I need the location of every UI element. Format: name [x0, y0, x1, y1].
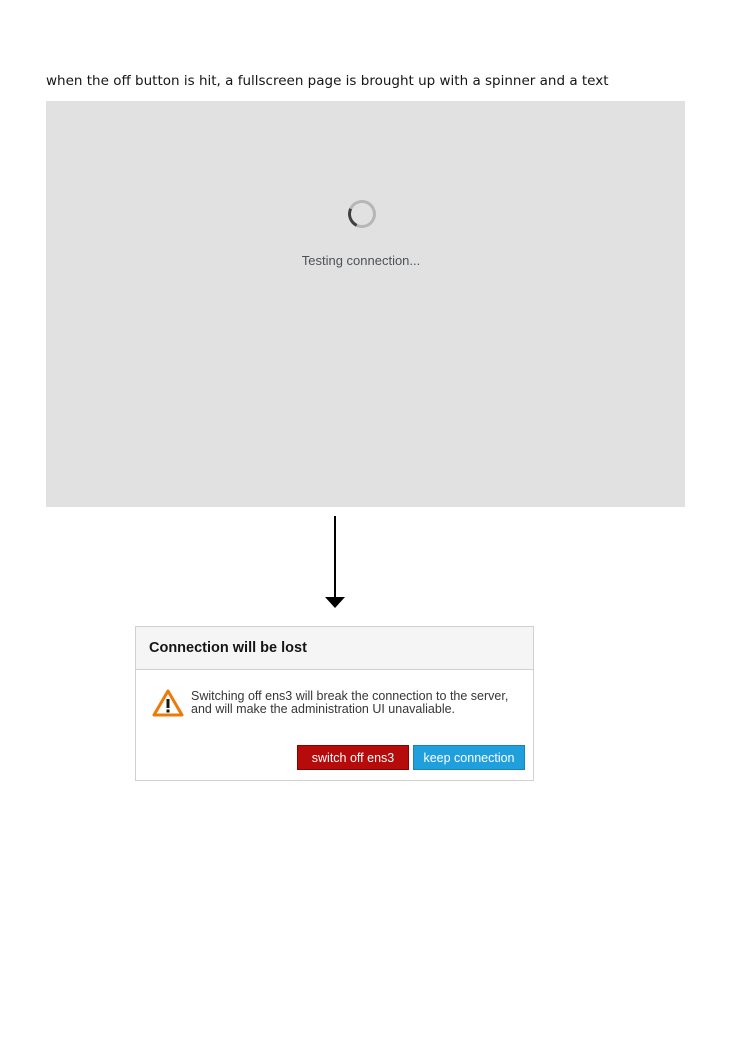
dialog-title: Connection will be lost — [149, 640, 307, 656]
dialog-body: Switching off ens3 will break the connec… — [136, 670, 533, 780]
fullscreen-loading-overlay: Testing connection... — [46, 101, 685, 507]
keep-connection-button[interactable]: keep connection — [413, 745, 525, 770]
dialog-message-line-2: and will make the administration UI unav… — [191, 702, 456, 716]
warning-icon — [152, 689, 184, 717]
switch-off-button[interactable]: switch off ens3 — [297, 745, 409, 770]
loading-text: Testing connection... — [301, 253, 421, 268]
flow-arrow-head — [325, 597, 345, 608]
dialog-header: Connection will be lost — [136, 627, 533, 670]
dialog-message: Switching off ens3 will break the connec… — [191, 690, 531, 716]
flow-arrow-line — [334, 516, 336, 598]
caption-text: when the off button is hit, a fullscreen… — [46, 73, 609, 89]
spinner-icon — [344, 196, 380, 232]
connection-lost-dialog: Connection will be lost Switching off en… — [135, 626, 534, 781]
